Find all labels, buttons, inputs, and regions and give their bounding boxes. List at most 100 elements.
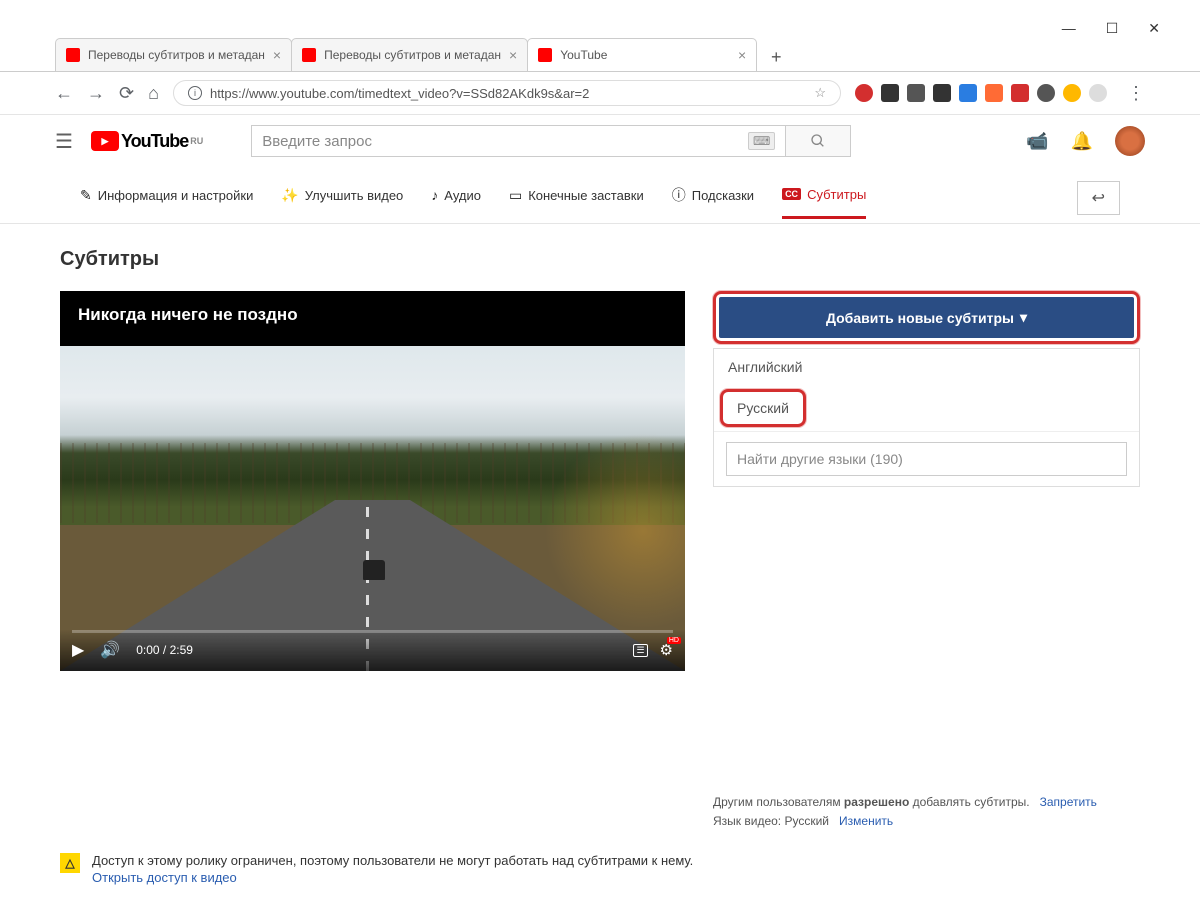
language-search-wrap: Найти другие языки (190) bbox=[714, 431, 1139, 486]
tab-label: Конечные заставки bbox=[528, 188, 644, 203]
url-text: https://www.youtube.com/timedtext_video?… bbox=[210, 86, 589, 101]
extension-icon[interactable] bbox=[855, 84, 873, 102]
warning-text: Доступ к этому ролику ограничен, поэтому… bbox=[92, 853, 693, 868]
tab-label: Субтитры bbox=[807, 187, 866, 202]
site-info-icon[interactable]: i bbox=[188, 86, 202, 100]
extension-icon[interactable] bbox=[959, 84, 977, 102]
keyboard-icon[interactable]: ⌨ bbox=[748, 132, 775, 150]
tab-subtitles[interactable]: CC Субтитры bbox=[782, 187, 866, 219]
reload-button[interactable]: ⟳ bbox=[119, 83, 134, 104]
forward-button[interactable]: → bbox=[87, 83, 105, 104]
minimize-button[interactable]: — bbox=[1062, 20, 1076, 37]
language-dropdown: Английский Русский Найти другие языки (1… bbox=[713, 348, 1140, 487]
add-subtitles-highlight: Добавить новые субтитры ▾ bbox=[713, 291, 1140, 344]
menu-icon[interactable]: ☰ bbox=[55, 129, 73, 154]
url-input[interactable]: i https://www.youtube.com/timedtext_vide… bbox=[173, 80, 841, 106]
maximize-button[interactable]: ☐ bbox=[1106, 20, 1119, 37]
volume-button[interactable]: 🔊 bbox=[100, 640, 120, 660]
browser-tab[interactable]: Переводы субтитров и метадан × bbox=[291, 38, 528, 71]
back-button[interactable]: ← bbox=[55, 83, 73, 104]
wand-icon: ✨ bbox=[281, 187, 298, 204]
video-title: Никогда ничего не поздно bbox=[60, 291, 685, 339]
warning-icon: △ bbox=[60, 853, 80, 873]
search-button[interactable] bbox=[786, 125, 851, 157]
permission-text: Другим пользователям bbox=[713, 795, 844, 809]
permission-status: разрешено bbox=[844, 795, 909, 809]
tab-close-icon[interactable]: × bbox=[509, 47, 517, 63]
settings-button[interactable]: ⚙HD bbox=[660, 641, 673, 659]
language-option-english[interactable]: Английский bbox=[714, 349, 1139, 385]
chevron-down-icon: ▾ bbox=[1020, 309, 1027, 326]
url-bar: ← → ⟳ ⌂ i https://www.youtube.com/timedt… bbox=[0, 72, 1200, 115]
browser-tab-active[interactable]: YouTube × bbox=[527, 38, 757, 71]
extension-icon[interactable] bbox=[881, 84, 899, 102]
youtube-favicon bbox=[66, 48, 80, 62]
video-language-value: Русский bbox=[784, 814, 829, 828]
tab-info[interactable]: ✎ Информация и настройки bbox=[80, 187, 253, 218]
avatar[interactable] bbox=[1115, 126, 1145, 156]
tab-enhance[interactable]: ✨ Улучшить видео bbox=[281, 187, 403, 218]
info-icon: ⓘ bbox=[672, 185, 686, 205]
search-input[interactable]: Введите запрос ⌨ bbox=[251, 125, 786, 157]
subtitles-panel: Добавить новые субтитры ▾ Английский Рус… bbox=[713, 291, 1140, 831]
browser-tab[interactable]: Переводы субтитров и метадан × bbox=[55, 38, 292, 71]
bookmark-star-icon[interactable]: ☆ bbox=[814, 85, 826, 101]
hd-badge: HD bbox=[667, 637, 681, 644]
permission-text: добавлять субтитры. bbox=[909, 795, 1029, 809]
tab-label: Подсказки bbox=[692, 188, 754, 203]
open-access-link[interactable]: Открыть доступ к видео bbox=[92, 870, 693, 885]
page-title: Субтитры bbox=[60, 248, 1140, 271]
youtube-logo[interactable]: ▶ YouTube RU bbox=[91, 131, 203, 152]
extension-icon[interactable] bbox=[1011, 84, 1029, 102]
tab-label: Аудио bbox=[444, 188, 481, 203]
search-placeholder: Введите запрос bbox=[262, 133, 372, 150]
home-button[interactable]: ⌂ bbox=[148, 83, 159, 104]
tab-endscreens[interactable]: ▭ Конечные заставки bbox=[509, 187, 644, 218]
add-subtitles-button[interactable]: Добавить новые субтитры ▾ bbox=[719, 297, 1134, 338]
youtube-play-icon: ▶ bbox=[91, 131, 119, 151]
button-label: Добавить новые субтитры bbox=[826, 310, 1014, 326]
search-form: Введите запрос ⌨ bbox=[251, 125, 851, 157]
browser-menu-icon[interactable]: ⋮ bbox=[1127, 83, 1145, 104]
extension-icons bbox=[855, 84, 1107, 102]
youtube-favicon bbox=[538, 48, 552, 62]
language-search-input[interactable]: Найти другие языки (190) bbox=[726, 442, 1127, 476]
play-button[interactable]: ▶ bbox=[72, 640, 84, 660]
new-tab-button[interactable]: + bbox=[762, 43, 790, 71]
extension-icon[interactable] bbox=[933, 84, 951, 102]
content-area: Субтитры Никогда ничего не поздно ▶ 🔊 0:… bbox=[0, 224, 1200, 919]
endscreen-icon: ▭ bbox=[509, 187, 522, 204]
extension-icon[interactable] bbox=[1037, 84, 1055, 102]
tab-cards[interactable]: ⓘ Подсказки bbox=[672, 185, 754, 219]
extension-icon[interactable] bbox=[907, 84, 925, 102]
language-option-russian[interactable]: Русский bbox=[720, 389, 806, 427]
video-language-label: Язык видео: bbox=[713, 814, 784, 828]
pencil-icon: ✎ bbox=[80, 187, 92, 204]
tab-title: Переводы субтитров и метадан bbox=[324, 48, 501, 62]
player-controls: ▶ 🔊 0:00 / 2:59 ☰ ⚙HD bbox=[60, 629, 685, 671]
video-player[interactable]: Никогда ничего не поздно ▶ 🔊 0:00 / 2:59… bbox=[60, 291, 685, 671]
youtube-header: ☰ ▶ YouTube RU Введите запрос ⌨ 📹 🔔 bbox=[0, 115, 1200, 167]
close-button[interactable]: ✕ bbox=[1148, 20, 1160, 37]
tab-audio[interactable]: ♪ Аудио bbox=[431, 187, 481, 217]
subtitles-permissions: Другим пользователям разрешено добавлять… bbox=[713, 793, 1140, 831]
tab-close-icon[interactable]: × bbox=[273, 47, 281, 63]
tab-label: Информация и настройки bbox=[98, 188, 254, 203]
profile-icon[interactable] bbox=[1089, 84, 1107, 102]
youtube-region: RU bbox=[190, 136, 203, 146]
captions-button[interactable]: ☰ bbox=[633, 644, 647, 657]
header-actions: 📹 🔔 bbox=[1026, 126, 1145, 156]
music-note-icon: ♪ bbox=[431, 187, 438, 203]
browser-tab-strip: Переводы субтитров и метадан × Переводы … bbox=[0, 0, 1200, 72]
tab-close-icon[interactable]: × bbox=[738, 47, 746, 63]
extension-icon[interactable] bbox=[985, 84, 1003, 102]
extension-icon[interactable] bbox=[1063, 84, 1081, 102]
undo-button[interactable]: ↩ bbox=[1077, 181, 1120, 215]
window-controls: — ☐ ✕ bbox=[1062, 20, 1160, 37]
change-language-link[interactable]: Изменить bbox=[839, 814, 893, 828]
access-warning: △ Доступ к этому ролику ограничен, поэто… bbox=[60, 843, 1140, 895]
video-editor-tabs: ✎ Информация и настройки ✨ Улучшить виде… bbox=[0, 167, 1200, 224]
upload-icon[interactable]: 📹 bbox=[1026, 131, 1048, 152]
notifications-icon[interactable]: 🔔 bbox=[1071, 131, 1093, 152]
forbid-link[interactable]: Запретить bbox=[1040, 795, 1097, 809]
